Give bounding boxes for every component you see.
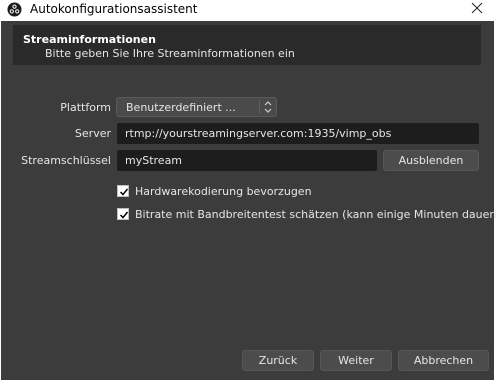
obs-logo-icon xyxy=(7,2,22,17)
checkmark-icon xyxy=(119,188,129,196)
wizard-content: Streaminformationen Bitte geben Sie Ihre… xyxy=(1,21,496,380)
platform-label: Plattform xyxy=(60,101,111,114)
server-label: Server xyxy=(74,127,111,140)
updown-arrows-icon xyxy=(262,99,274,115)
hide-key-button[interactable]: Ausblenden xyxy=(383,150,479,171)
platform-select[interactable]: Benutzerdefiniert ... xyxy=(116,97,277,117)
page-subtitle: Bitte geben Sie Ihre Streaminformationen… xyxy=(45,47,295,60)
back-button[interactable]: Zurück xyxy=(242,350,314,371)
page-title: Streaminformationen xyxy=(23,33,156,46)
window-title: Autokonfigurationsassistent xyxy=(30,2,198,16)
select-divider xyxy=(259,100,260,114)
hw-encoding-label: Hardwarekodierung bevorzugen xyxy=(135,185,312,198)
server-input[interactable]: rtmp://yourstreamingserver.com:1935/vimp… xyxy=(117,123,479,144)
bandwidth-test-checkbox[interactable] xyxy=(117,208,129,220)
next-button[interactable]: Weiter xyxy=(320,350,392,371)
server-value: rtmp://yourstreamingserver.com:1935/vimp… xyxy=(125,127,392,140)
cancel-button-label: Abbrechen xyxy=(413,354,474,367)
hide-key-button-label: Ausblenden xyxy=(398,154,464,167)
next-button-label: Weiter xyxy=(338,354,374,367)
stream-key-value: myStream xyxy=(125,154,183,167)
close-icon[interactable] xyxy=(470,1,484,15)
cancel-button[interactable]: Abbrechen xyxy=(398,350,489,371)
hw-encoding-checkbox[interactable] xyxy=(117,185,129,197)
checkmark-icon xyxy=(119,211,129,219)
stream-key-input[interactable]: myStream xyxy=(117,150,377,171)
back-button-label: Zurück xyxy=(258,354,298,367)
platform-value: Benutzerdefiniert ... xyxy=(126,101,236,114)
bandwidth-test-label: Bitrate mit Bandbreitentest schätzen (ka… xyxy=(135,208,496,221)
page-header: Streaminformationen Bitte geben Sie Ihre… xyxy=(13,25,481,65)
stream-key-label: Streamschlüssel xyxy=(21,154,111,167)
window-titlebar: Autokonfigurationsassistent xyxy=(0,0,496,20)
